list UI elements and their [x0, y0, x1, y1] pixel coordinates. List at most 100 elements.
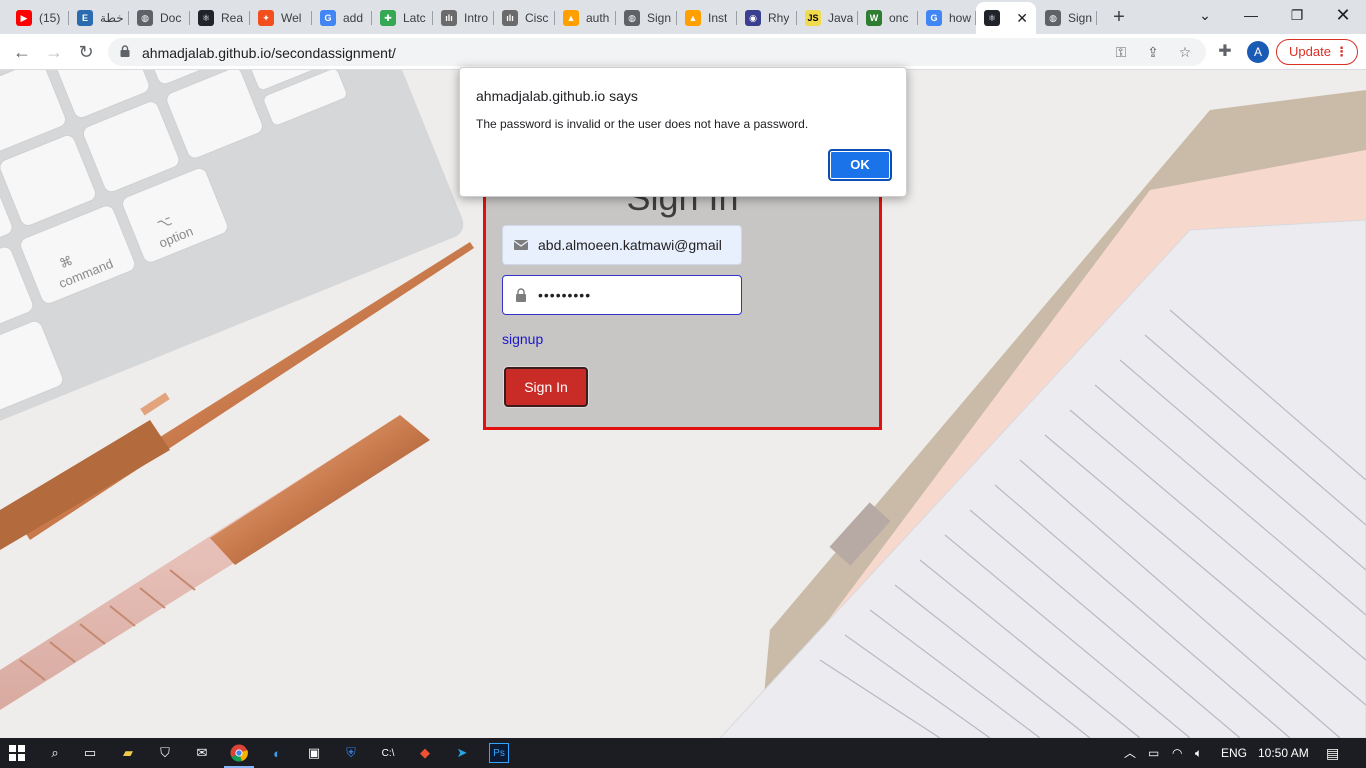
remote-desktop-icon[interactable]: ▣ [304, 743, 324, 763]
globe-icon: ◍ [1045, 10, 1061, 26]
clock[interactable]: 10:50 AM [1258, 738, 1309, 768]
tab-search-chevron-icon[interactable]: ⌄ [1182, 0, 1228, 30]
tab-strip: ▶ (15) E خطة ◍ Doc ⚛ Rea ✦ Wel Gadd ✚ Latc ılı Intro ıl… [0, 0, 1366, 34]
e-letter-icon: E [77, 10, 93, 26]
profile-avatar[interactable]: A [1247, 41, 1269, 63]
notifications-icon[interactable]: ▤ [1326, 738, 1339, 768]
browser-tab[interactable]: ılı Intro [433, 4, 494, 32]
tab-label: Sign [647, 11, 672, 25]
language-indicator[interactable]: ENG [1221, 738, 1247, 768]
password-value[interactable]: ••••••••• [538, 287, 591, 303]
browser-tab[interactable]: ⚛ Rea [190, 4, 250, 32]
bookmark-star-icon[interactable]: ☆ [1176, 43, 1194, 61]
w-icon: W [866, 10, 882, 26]
alert-dialog: ahmadjalab.github.io says The password i… [459, 67, 907, 197]
email-value[interactable]: abd.almoeen.katmawi@gmail [538, 237, 722, 253]
globe-icon: ◍ [137, 10, 153, 26]
extensions-puzzle-icon[interactable]: ✚ [1216, 43, 1234, 61]
forward-button[interactable]: → [42, 40, 66, 64]
browser-tab[interactable]: E خطة [69, 4, 129, 32]
windows-start-icon[interactable] [9, 745, 25, 761]
browser-tab[interactable]: JS Java [797, 4, 858, 32]
alert-title: ahmadjalab.github.io says [476, 88, 638, 104]
lock-icon[interactable] [120, 45, 130, 57]
padlock-icon [516, 288, 526, 302]
google-icon: G [926, 10, 942, 26]
browser-tab[interactable]: Wonc [858, 4, 918, 32]
tab-label: Inst [708, 11, 728, 25]
tab-label: Latc [403, 11, 426, 25]
mail-icon[interactable]: ✉ [192, 743, 212, 763]
close-tab-icon[interactable]: ✕ [1016, 10, 1028, 27]
tab-label: Rhy [768, 11, 790, 25]
tab-label: onc [889, 11, 909, 25]
file-explorer-icon[interactable]: ▰ [118, 743, 138, 763]
browser-tab[interactable]: ✦ Wel [250, 4, 312, 32]
browser-tab[interactable]: ▲ Inst [677, 4, 737, 32]
close-window-button[interactable]: ✕ [1320, 0, 1366, 30]
signin-button[interactable]: Sign In [504, 367, 588, 407]
wifi-icon[interactable]: ◠ [1172, 738, 1182, 768]
git-icon[interactable]: ◆ [415, 743, 435, 763]
tab-label: (15) [39, 11, 61, 25]
key-icon[interactable]: ⚿ [1112, 43, 1130, 61]
volume-icon[interactable]: 🔈︎ [1195, 738, 1202, 768]
browser-tab[interactable]: ✚ Latc [372, 4, 433, 32]
password-field[interactable]: ••••••••• [502, 275, 742, 315]
tab-label: add [343, 11, 364, 25]
browser-tab[interactable]: ◍ Sign [616, 4, 677, 32]
address-bar[interactable]: ahmadjalab.github.io/secondassignment/ ⚿… [108, 38, 1206, 66]
alert-message: The password is invalid or the user does… [476, 117, 809, 131]
browser-tab[interactable]: Gadd [312, 4, 372, 32]
tab-label: auth [586, 11, 610, 25]
signup-link[interactable]: signup [502, 331, 543, 347]
terminal-icon[interactable]: C:\ [378, 743, 398, 763]
tab-label: Cisc [525, 11, 549, 25]
tray-chevron-icon[interactable]: ︿ [1124, 738, 1136, 768]
telegram-icon[interactable]: ➤ [452, 743, 472, 763]
email-field[interactable]: abd.almoeen.katmawi@gmail [502, 225, 742, 265]
tab-label: Sign [1068, 11, 1093, 25]
signin-card: Sign In abd.almoeen.katmawi@gmail ••••••… [483, 170, 882, 430]
browser-tab[interactable]: ◍ Sign [1037, 4, 1097, 32]
tab-label: Doc [160, 11, 182, 25]
youtube-icon: ▶ [16, 10, 32, 26]
update-label: Update [1289, 44, 1331, 59]
envelope-icon [514, 240, 528, 250]
battery-icon[interactable]: ▭ [1148, 738, 1159, 768]
tab-label: how [949, 11, 972, 25]
tab-label: Intro [464, 11, 489, 25]
url-text[interactable]: ahmadjalab.github.io/secondassignment/ [142, 45, 396, 61]
store-icon[interactable]: ⛉ [155, 743, 175, 763]
browser-tab[interactable]: Ghow [918, 4, 976, 32]
google-icon: G [320, 10, 336, 26]
puzzle-icon: ✚ [380, 10, 396, 26]
menu-dots-icon: ⋮ [1335, 44, 1348, 59]
defender-shield-icon[interactable]: ⛨ [341, 743, 361, 763]
react-icon: ⚛ [198, 10, 214, 26]
firebase-icon: ▲ [685, 10, 701, 26]
update-button[interactable]: Update ⋮ [1276, 39, 1358, 65]
browser-tab[interactable]: ▲ auth [555, 4, 616, 32]
chrome-icon[interactable] [224, 743, 254, 768]
photoshop-icon[interactable]: Ps [489, 743, 509, 763]
browser-tab[interactable]: ılı Cisc [494, 4, 555, 32]
minimize-button[interactable]: — [1228, 0, 1274, 30]
discord-icon: ◉ [745, 10, 761, 26]
browser-tab[interactable]: ▶ (15) [8, 4, 69, 32]
tab-label: Wel [281, 11, 302, 25]
share-icon[interactable]: ⇪ [1144, 43, 1162, 61]
cisco-icon: ılı [502, 10, 518, 26]
back-button[interactable]: ← [10, 40, 34, 64]
browser-tab[interactable]: ⚛ ✕ [976, 2, 1036, 34]
search-icon[interactable]: ⌕ [45, 743, 65, 763]
ok-button[interactable]: OK [828, 149, 892, 181]
browser-tab[interactable]: ◍ Doc [129, 4, 190, 32]
reload-button[interactable]: ↻ [74, 40, 98, 64]
task-view-icon[interactable]: ▭ [80, 743, 100, 763]
restore-button[interactable]: ❐ [1274, 0, 1320, 30]
new-tab-button[interactable]: + [1108, 6, 1130, 28]
react-icon: ⚛ [984, 10, 1000, 26]
browser-tab[interactable]: ◉ Rhy [737, 4, 797, 32]
edge-icon[interactable]: ◐ [267, 743, 287, 763]
